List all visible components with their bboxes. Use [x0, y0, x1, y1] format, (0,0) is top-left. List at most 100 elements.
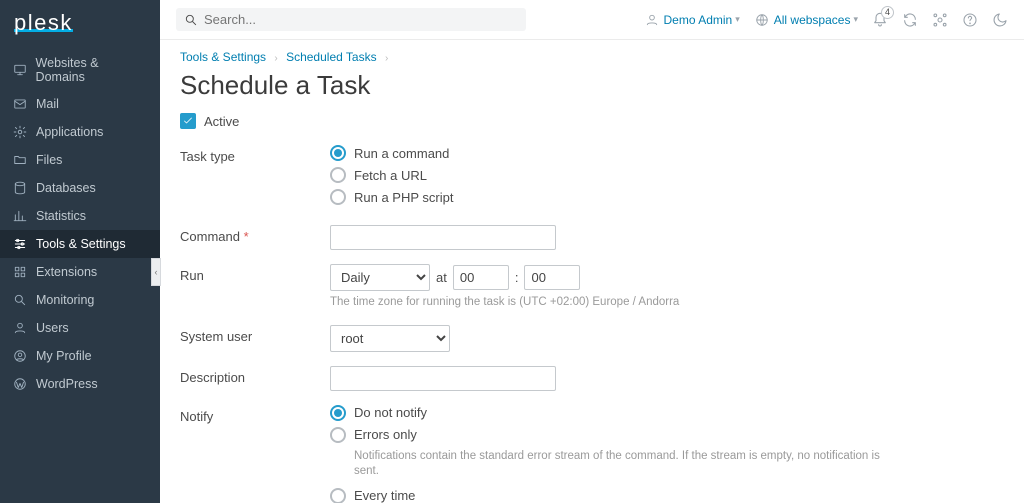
- mail-icon: [12, 96, 28, 112]
- user-name: Demo Admin: [664, 13, 733, 27]
- profile-icon: [12, 348, 28, 364]
- gear-icon: [12, 124, 28, 140]
- sidebar-item-label: Websites & Domains: [36, 56, 148, 84]
- time-colon: :: [515, 270, 519, 285]
- sidebar-item-mail[interactable]: Mail: [0, 90, 160, 118]
- wordpress-icon: [12, 376, 28, 392]
- search-box[interactable]: [176, 8, 526, 31]
- sidebar-item-users[interactable]: Users: [0, 314, 160, 342]
- sidebar-item-wordpress[interactable]: WordPress: [0, 370, 160, 398]
- task-type-run-command[interactable]: Run a command: [330, 145, 890, 161]
- notification-badge: 4: [881, 6, 894, 19]
- run-at-label: at: [436, 270, 447, 285]
- sidebar-item-label: Databases: [36, 181, 96, 195]
- dark-mode-button[interactable]: [992, 12, 1008, 28]
- command-label: Command *: [180, 225, 330, 244]
- workspace-menu[interactable]: All webspaces ▾: [754, 12, 858, 28]
- database-icon: [12, 180, 28, 196]
- run-frequency-select[interactable]: Daily: [330, 264, 430, 291]
- task-type-run-php[interactable]: Run a PHP script: [330, 189, 890, 205]
- chevron-down-icon: ▾: [853, 14, 858, 25]
- user-icon: [644, 12, 660, 28]
- help-button[interactable]: [962, 12, 978, 28]
- sidebar-collapse-handle[interactable]: ‹: [151, 258, 161, 286]
- radio-checked-icon: [330, 405, 346, 421]
- sidebar-item-databases[interactable]: Databases: [0, 174, 160, 202]
- breadcrumb: Tools & Settings › Scheduled Tasks ›: [180, 50, 1004, 64]
- timezone-hint: The time zone for running the task is (U…: [330, 295, 890, 311]
- notifications-button[interactable]: 4: [872, 12, 888, 28]
- run-label: Run: [180, 264, 330, 283]
- radio-checked-icon: [330, 145, 346, 161]
- task-type-fetch-url[interactable]: Fetch a URL: [330, 167, 890, 183]
- sidebar-item-label: My Profile: [36, 349, 92, 363]
- monitor-icon: [12, 62, 28, 78]
- radio-label: Every time: [354, 488, 415, 503]
- radio-label: Run a PHP script: [354, 190, 453, 205]
- notify-group: Do not notify Errors only Notifications …: [330, 405, 890, 503]
- extensions-button[interactable]: [932, 12, 948, 28]
- chevron-right-icon: ›: [385, 53, 388, 64]
- description-input[interactable]: [330, 366, 556, 391]
- checkbox-checked-icon: [180, 113, 196, 129]
- breadcrumb-link[interactable]: Scheduled Tasks: [286, 50, 377, 64]
- task-type-group: Run a command Fetch a URL Run a PHP scri…: [330, 145, 890, 211]
- sidebar: plesk Websites & Domains Mail Applicatio…: [0, 0, 160, 503]
- sidebar-item-websites-domains[interactable]: Websites & Domains: [0, 50, 160, 90]
- sliders-icon: [12, 236, 28, 252]
- sidebar-item-label: Statistics: [36, 209, 86, 223]
- sidebar-item-statistics[interactable]: Statistics: [0, 202, 160, 230]
- breadcrumb-link[interactable]: Tools & Settings: [180, 50, 266, 64]
- workspace-name: All webspaces: [774, 13, 851, 27]
- radio-label: Errors only: [354, 427, 417, 442]
- chevron-right-icon: ›: [274, 53, 277, 64]
- sidebar-item-label: Tools & Settings: [36, 237, 126, 251]
- notify-every-time[interactable]: Every time: [330, 488, 890, 503]
- required-asterisk: *: [244, 229, 249, 244]
- system-user-label: System user: [180, 325, 330, 344]
- sidebar-item-label: Monitoring: [36, 293, 94, 307]
- system-user-select[interactable]: root: [330, 325, 450, 352]
- sidebar-item-files[interactable]: Files: [0, 146, 160, 174]
- sidebar-item-label: Applications: [36, 125, 103, 139]
- radio-icon: [330, 488, 346, 503]
- sidebar-item-monitoring[interactable]: Monitoring: [0, 286, 160, 314]
- sidebar-item-label: WordPress: [36, 377, 98, 391]
- radio-icon: [330, 427, 346, 443]
- command-input[interactable]: [330, 225, 556, 250]
- sidebar-item-my-profile[interactable]: My Profile: [0, 342, 160, 370]
- user-menu[interactable]: Demo Admin ▾: [644, 12, 740, 28]
- sidebar-item-extensions[interactable]: Extensions: [0, 258, 160, 286]
- main: Demo Admin ▾ All webspaces ▾ 4 Tools & S…: [160, 0, 1024, 503]
- task-type-label: Task type: [180, 145, 330, 164]
- radio-icon: [330, 167, 346, 183]
- active-label: Active: [204, 114, 239, 129]
- radio-label: Run a command: [354, 146, 449, 161]
- notify-errors-only[interactable]: Errors only: [330, 427, 890, 443]
- sidebar-item-label: Extensions: [36, 265, 97, 279]
- page-title: Schedule a Task: [180, 70, 1004, 101]
- globe-icon: [754, 12, 770, 28]
- search-icon: [12, 292, 28, 308]
- run-hour-input[interactable]: [453, 265, 509, 290]
- user-icon: [12, 320, 28, 336]
- sidebar-nav: Websites & Domains Mail Applications Fil…: [0, 50, 160, 398]
- sidebar-item-tools-settings[interactable]: Tools & Settings: [0, 230, 160, 258]
- topbar: Demo Admin ▾ All webspaces ▾ 4: [160, 0, 1024, 40]
- search-input[interactable]: [204, 12, 518, 27]
- description-label: Description: [180, 366, 330, 385]
- notify-errors-hint: Notifications contain the standard error…: [354, 449, 890, 480]
- content: Tools & Settings › Scheduled Tasks › Sch…: [160, 40, 1024, 503]
- sidebar-item-applications[interactable]: Applications: [0, 118, 160, 146]
- sidebar-item-label: Files: [36, 153, 62, 167]
- puzzle-icon: [12, 264, 28, 280]
- chevron-down-icon: ▾: [735, 14, 740, 25]
- run-minute-input[interactable]: [524, 265, 580, 290]
- notify-label: Notify: [180, 405, 330, 424]
- active-checkbox-row[interactable]: Active: [180, 113, 1004, 129]
- radio-icon: [330, 189, 346, 205]
- radio-label: Fetch a URL: [354, 168, 427, 183]
- sidebar-item-label: Users: [36, 321, 69, 335]
- refresh-button[interactable]: [902, 12, 918, 28]
- notify-do-not-notify[interactable]: Do not notify: [330, 405, 890, 421]
